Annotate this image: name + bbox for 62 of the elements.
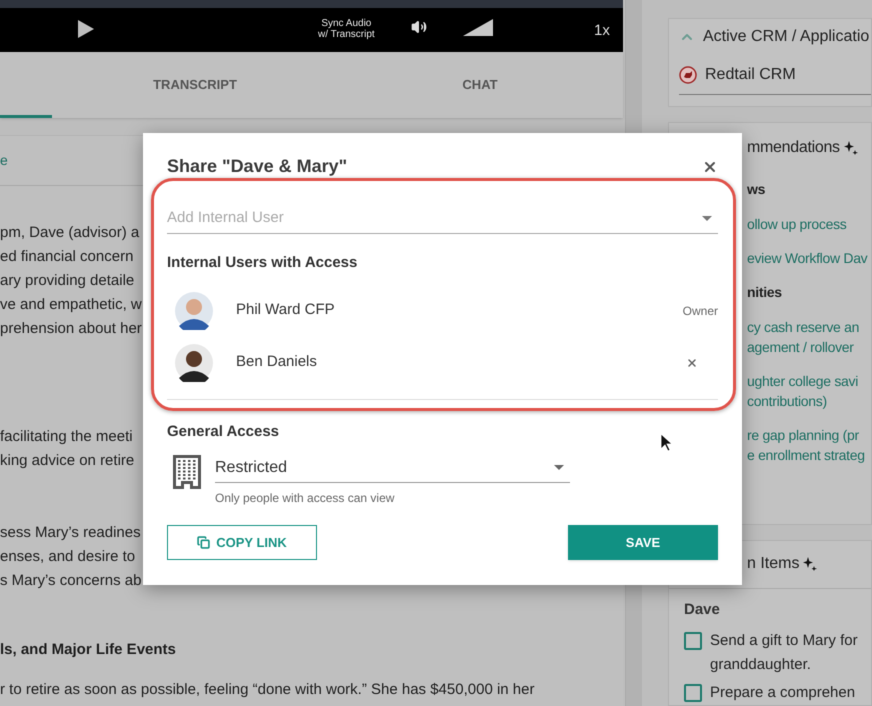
section-heading: nities xyxy=(747,282,782,302)
summary-text: prehension about her xyxy=(0,319,142,339)
summary-link[interactable]: e xyxy=(0,150,8,171)
copy-link-button[interactable]: COPY LINK xyxy=(167,525,317,560)
volume-icon[interactable] xyxy=(411,19,427,35)
add-user-field[interactable]: Add Internal User xyxy=(167,204,718,234)
user-name: Ben Daniels xyxy=(236,352,318,372)
checkbox[interactable] xyxy=(684,632,702,650)
add-user-input[interactable]: Add Internal User xyxy=(167,207,567,230)
recommendation-link[interactable]: eview Workflow Dav xyxy=(747,248,868,268)
recommendation-link[interactable]: re gap planning (pr xyxy=(747,424,859,445)
avatar-icon xyxy=(175,344,213,382)
section-heading: General Access xyxy=(167,422,280,442)
tab[interactable]: CHAT xyxy=(400,52,560,118)
avatar-icon xyxy=(175,292,213,330)
recommendation-link[interactable]: agement / rollover xyxy=(747,336,854,357)
volume-level-icon[interactable] xyxy=(463,19,493,36)
sparkle-icon xyxy=(844,140,858,155)
summary-text: ed financial concern xyxy=(0,247,134,267)
tab[interactable]: TRANSCRIPT xyxy=(110,52,280,118)
building-icon xyxy=(173,455,201,489)
play-icon[interactable] xyxy=(78,20,94,38)
dialog-title: Share "Dave & Mary" xyxy=(167,155,348,178)
crm-app[interactable]: Redtail CRM xyxy=(705,62,796,86)
owner-name: Dave xyxy=(684,600,720,620)
section-heading: ls, and Major Life Events xyxy=(0,640,176,660)
summary-text: pm, Dave (advisor) a xyxy=(0,223,140,243)
sync-label[interactable]: Sync Audio xyxy=(321,18,372,29)
pointer-icon xyxy=(661,434,673,452)
summary-text: facilitating the meeti xyxy=(0,427,133,447)
sparkle-icon xyxy=(803,557,818,571)
summary-text: ary providing detaile xyxy=(0,271,134,291)
recommendation-link[interactable]: contributions) xyxy=(747,390,827,411)
copy-icon xyxy=(197,536,210,549)
summary-text: enses, and desire to xyxy=(0,547,136,567)
summary-text: s Mary’s concerns ab xyxy=(0,571,142,591)
remove-icon[interactable] xyxy=(686,356,698,368)
summary-text: r to retire as soon as possible, feeling “done with work.” She has $450,000 in her xyxy=(0,680,534,700)
section-heading: ws xyxy=(747,180,766,199)
checkbox[interactable] xyxy=(684,684,702,702)
user-name: Phil Ward CFP xyxy=(236,300,336,320)
summary-text: ve and empathetic, w xyxy=(0,295,142,315)
helper-text: Only people with access can view xyxy=(215,490,394,507)
summary-text: king advice on retire xyxy=(0,451,134,471)
sync-label[interactable]: w/ Transcript xyxy=(318,29,375,40)
save-button[interactable]: SAVE xyxy=(568,525,718,560)
recommendation-link[interactable]: e enrollment strateg xyxy=(747,444,865,465)
section-heading: Internal Users with Access xyxy=(167,253,358,273)
summary-text: sess Mary’s readines xyxy=(0,523,141,543)
dropdown-caret-icon[interactable] xyxy=(702,216,712,221)
card-title: n Items xyxy=(747,554,800,574)
playback-speed[interactable]: 1x xyxy=(594,20,610,42)
dropdown-caret-icon[interactable] xyxy=(554,465,564,470)
role-label: Owner xyxy=(682,302,718,320)
recommendation-link[interactable]: ughter college savi xyxy=(747,370,858,391)
card-title: Active CRM / Applicatio xyxy=(703,27,870,47)
access-select[interactable]: Restricted xyxy=(215,453,570,483)
action-item-text: Send a gift to Mary for granddaughter. xyxy=(710,631,859,675)
recommendation-link[interactable]: cy cash reserve an xyxy=(747,316,860,337)
action-item-text: Prepare a comprehen xyxy=(710,683,856,703)
card-title: mmendations xyxy=(747,138,840,158)
recommendation-link[interactable]: ollow up process xyxy=(747,214,846,234)
